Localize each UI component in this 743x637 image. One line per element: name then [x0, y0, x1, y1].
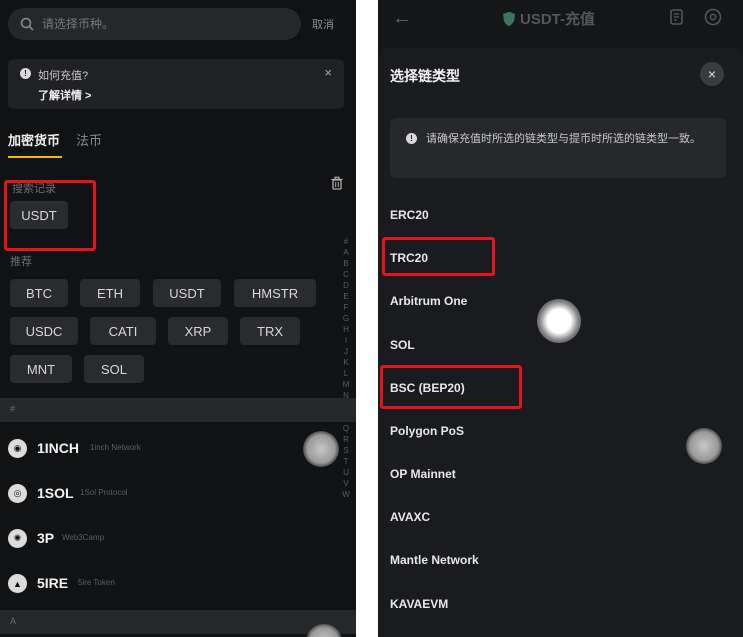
index-letter[interactable]: F — [341, 302, 351, 313]
index-letter[interactable]: E — [341, 291, 351, 302]
touch-indicator — [303, 431, 339, 467]
help-circle-icon[interactable] — [704, 8, 722, 26]
index-letter[interactable]: # — [341, 236, 351, 247]
coin-list-item[interactable]: ▲ 5IRE 5ire Token — [0, 563, 340, 603]
top-bar: ← USDT-充值 — [378, 0, 743, 38]
index-letter[interactable]: I — [341, 335, 351, 346]
coin-logo-icon: ◉ — [8, 439, 27, 458]
coin-chip-hmstr[interactable]: HMSTR — [234, 279, 316, 307]
index-letter[interactable]: B — [341, 258, 351, 269]
page-title-text: USDT-充值 — [520, 11, 596, 28]
group-letter: A — [10, 616, 17, 626]
chain-select-screen: ← USDT-充值 选择链类型 × ! 请确保充值时所选的链类型与提币时所选的链… — [378, 0, 743, 637]
cancel-button[interactable]: 取消 — [312, 16, 334, 32]
network-option-bsc[interactable]: BSC (BEP20) — [390, 381, 465, 395]
page-title: USDT-充值 — [502, 8, 595, 29]
network-option-arbitrum-one[interactable]: Arbitrum One — [390, 294, 467, 308]
group-header: A — [0, 610, 356, 634]
index-letter[interactable]: Q — [341, 423, 351, 434]
help-question: 如何充值? — [38, 70, 89, 82]
network-option-trc20[interactable]: TRC20 — [390, 251, 428, 265]
index-letter[interactable]: V — [341, 478, 351, 489]
index-letter[interactable]: D — [341, 280, 351, 291]
index-letter[interactable]: G — [341, 313, 351, 324]
index-letter[interactable]: W — [341, 489, 351, 500]
close-icon[interactable]: × — [324, 65, 332, 80]
recommend-label: 推荐 — [10, 256, 32, 268]
group-letter: # — [10, 404, 16, 414]
coin-chip-xrp[interactable]: XRP — [168, 317, 228, 345]
coin-name: 1inch Network — [90, 443, 141, 452]
coin-chip-sol[interactable]: SOL — [84, 355, 144, 383]
chain-warning-text: 请确保充值时所选的链类型与提币时所选的链类型一致。 — [426, 133, 701, 145]
index-letter[interactable]: T — [341, 456, 351, 467]
coin-chip-cati[interactable]: CATI — [90, 317, 156, 345]
index-letter[interactable]: C — [341, 269, 351, 280]
coin-logo-icon: ✺ — [8, 529, 27, 548]
coin-name: 5ire Token — [78, 578, 115, 587]
touch-indicator — [686, 428, 722, 464]
record-icon[interactable] — [668, 8, 686, 26]
alphabet-index[interactable]: # A B C D E F G H I J K L M N O P Q R S … — [341, 236, 351, 500]
info-icon: ! — [406, 133, 417, 144]
active-tab-indicator — [8, 156, 62, 158]
index-letter[interactable]: H — [341, 324, 351, 335]
coin-symbol: 3P — [37, 530, 55, 546]
search-bar[interactable] — [8, 8, 301, 40]
back-arrow-icon[interactable]: ← — [392, 7, 412, 30]
tab-crypto[interactable]: 加密货币 — [8, 130, 60, 149]
coin-list-item[interactable]: ✺ 3P Web3Camp — [0, 518, 340, 558]
coin-chip-usdt[interactable]: USDT — [153, 279, 221, 307]
learn-more-link[interactable]: 了解详情 > — [38, 87, 91, 103]
coin-logo-icon: ▲ — [8, 574, 27, 593]
search-input[interactable] — [42, 17, 282, 31]
index-letter[interactable]: U — [341, 467, 351, 478]
coin-symbol: 1SOL — [37, 485, 74, 501]
search-history-label: 搜索记录 — [12, 183, 56, 195]
coin-chip-btc[interactable]: BTC — [10, 279, 68, 307]
tab-fiat[interactable]: 法币 — [76, 130, 102, 149]
coin-symbol: 5IRE — [37, 575, 69, 591]
touch-indicator — [537, 299, 581, 343]
coin-select-screen: 取消 ! 如何充值? 了解详情 > × 加密货币 法币 搜索记录 USDT 推荐… — [0, 0, 356, 637]
close-icon[interactable]: × — [700, 62, 724, 86]
coin-logo-icon: ◎ — [8, 484, 27, 503]
coin-chip-usdc[interactable]: USDC — [10, 317, 78, 345]
coin-chip-trx[interactable]: TRX — [240, 317, 300, 345]
coin-list-item[interactable]: ◉ 1INCH 1inch Network — [0, 428, 340, 468]
chain-warning-card: ! 请确保充值时所选的链类型与提币时所选的链类型一致。 — [390, 118, 726, 178]
deposit-help-card: ! 如何充值? 了解详情 > × — [8, 59, 344, 109]
index-letter[interactable]: K — [341, 357, 351, 368]
network-option-sol[interactable]: SOL — [390, 338, 415, 352]
sheet-title: 选择链类型 — [390, 68, 460, 84]
index-letter[interactable]: M — [341, 379, 351, 390]
index-letter[interactable]: L — [341, 368, 351, 379]
index-letter[interactable]: S — [341, 445, 351, 456]
coin-chip-eth[interactable]: ETH — [80, 279, 140, 307]
coin-symbol: 1INCH — [37, 440, 80, 456]
network-option-erc20[interactable]: ERC20 — [390, 208, 429, 222]
network-option-op-mainnet[interactable]: OP Mainnet — [390, 467, 456, 481]
coin-name: 1Sol Protocol — [80, 488, 128, 497]
group-header: # — [0, 398, 356, 422]
coin-name: Web3Camp — [62, 533, 105, 542]
index-letter[interactable]: J — [341, 346, 351, 357]
search-icon — [20, 17, 34, 31]
network-option-polygon-pos[interactable]: Polygon PoS — [390, 424, 464, 438]
coin-chip-mnt[interactable]: MNT — [10, 355, 72, 383]
network-option-kavaevm[interactable]: KAVAEVM — [390, 597, 448, 611]
usdt-coin-icon — [503, 11, 515, 26]
network-option-avaxc[interactable]: AVAXC — [390, 510, 430, 524]
index-letter[interactable]: R — [341, 434, 351, 445]
info-icon: ! — [20, 68, 31, 79]
network-option-mantle-network[interactable]: Mantle Network — [390, 553, 479, 567]
trash-icon[interactable] — [330, 176, 344, 190]
history-chip-usdt[interactable]: USDT — [10, 201, 68, 229]
coin-list-item[interactable]: ◎ 1SOL 1Sol Protocol — [0, 473, 340, 513]
index-letter[interactable]: A — [341, 247, 351, 258]
